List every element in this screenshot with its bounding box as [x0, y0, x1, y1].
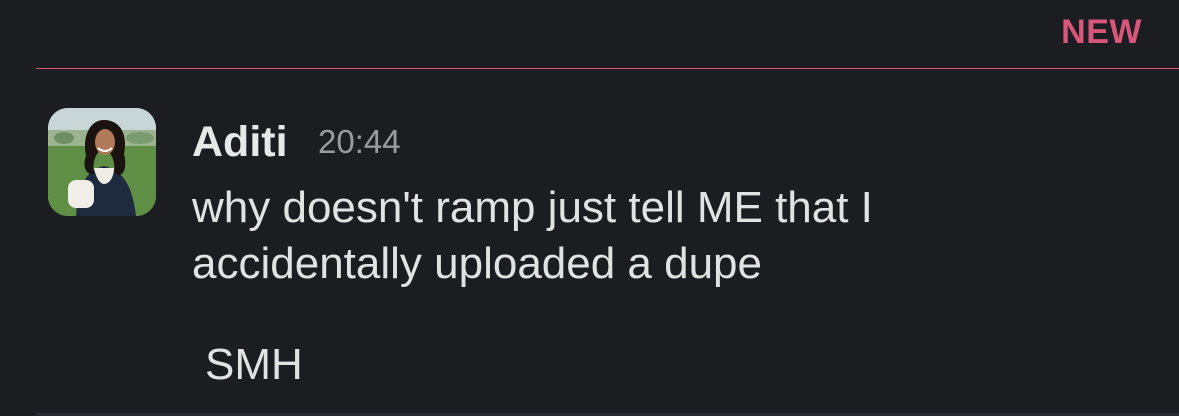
message-timestamp[interactable]: 20:44 — [318, 122, 401, 162]
message-text: why doesn't ramp just tell ME that I acc… — [192, 183, 873, 288]
user-photo-avatar-icon — [48, 108, 156, 216]
avatar[interactable] — [48, 108, 156, 216]
message-item[interactable]: Aditi 20:44 why doesn't ramp just tell M… — [0, 0, 1179, 416]
message-followup-text: SMH — [205, 340, 303, 389]
sender-name[interactable]: Aditi — [192, 117, 288, 167]
